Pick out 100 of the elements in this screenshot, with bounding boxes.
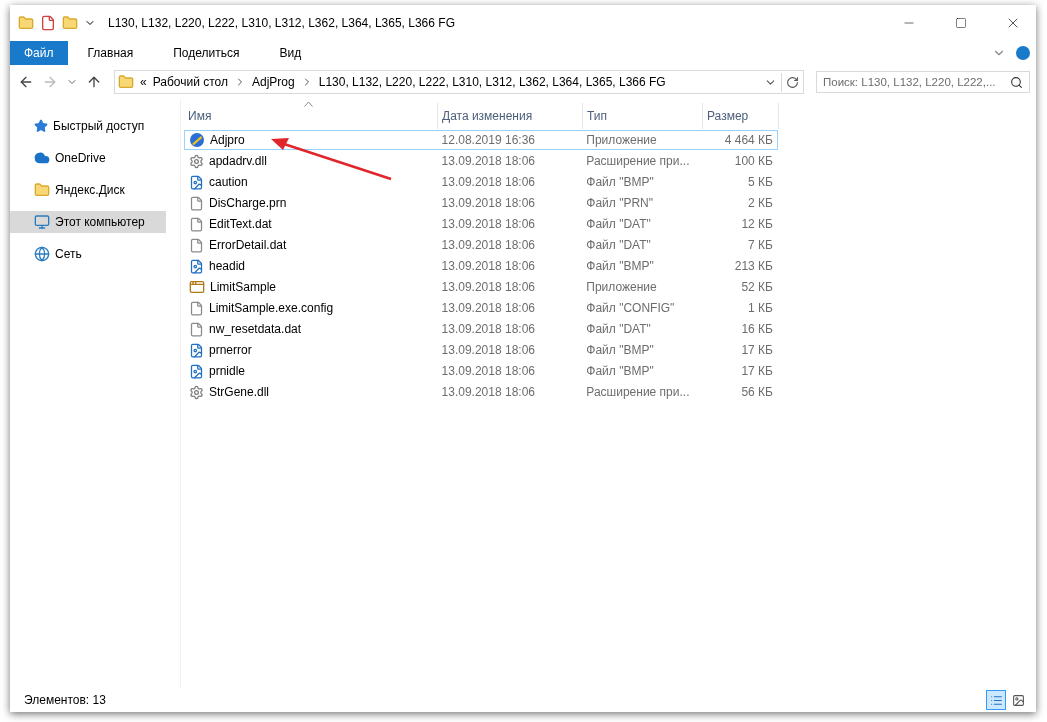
file-name: ErrorDetail.dat (209, 238, 287, 252)
ribbon-tab[interactable]: Вид (259, 41, 322, 65)
search-field[interactable]: Поиск: L130, L132, L220, L222,... (816, 71, 1030, 93)
type-cell: Файл "PRN" (586, 196, 653, 210)
breadcrumb[interactable]: L130, L132, L220, L222, L310, L312, L362, L364, L365, L366 FG (318, 75, 666, 89)
type-cell: Файл "DAT" (586, 238, 651, 252)
gear-file-icon (189, 153, 204, 169)
breadcrumb[interactable]: AdjProg (252, 75, 295, 89)
sidebar-label: Этот компьютер (55, 215, 145, 229)
size-cell: 17 КБ (741, 364, 773, 378)
date-cell: 13.09.2018 18:06 (441, 301, 535, 315)
size-cell: 4 464 КБ (724, 133, 773, 147)
image-file-icon (189, 174, 204, 190)
sidebar-label: Яндекс.Диск (55, 183, 125, 197)
sidebar-item[interactable]: OneDrive (10, 147, 166, 169)
file-row[interactable]: LimitSample.exe.config 13.09.2018 18:06 Файл "CONFIG" 1 КБ (184, 298, 778, 318)
forward-arrow-icon (42, 74, 58, 90)
sidebar-label: Быстрый доступ (53, 119, 145, 133)
date-cell: 13.09.2018 18:06 (441, 343, 535, 357)
file-row[interactable]: prnerror 13.09.2018 18:06 Файл "BMP" 17 КБ (184, 340, 778, 360)
file-row[interactable]: Adjpro 12.08.2019 16:36 Приложение 4 464 КБ (184, 130, 778, 150)
folder-icon[interactable] (18, 15, 34, 31)
search-icon[interactable] (1010, 75, 1023, 89)
star-icon (34, 119, 48, 133)
file-name: DisCharge.prn (209, 196, 287, 210)
gear-file-icon (189, 384, 204, 400)
ribbon-tab[interactable]: Поделиться (153, 41, 260, 65)
file-name: prnidle (209, 364, 246, 378)
file-row[interactable]: apdadrv.dll 13.09.2018 18:06 Расширение при... 100 КБ (184, 151, 778, 171)
date-cell: 13.09.2018 18:06 (441, 154, 535, 168)
size-cell: 56 КБ (741, 385, 773, 399)
folder-icon (118, 74, 134, 90)
type-cell: Расширение при... (586, 385, 690, 399)
date-cell: 13.09.2018 18:06 (441, 217, 535, 231)
file-name: nw_resetdata.dat (209, 322, 302, 336)
type-cell: Файл "BMP" (586, 364, 654, 378)
date-cell: 13.09.2018 18:06 (441, 238, 535, 252)
column-header[interactable]: Дата изменения (438, 103, 583, 129)
file-icon (189, 300, 204, 316)
address-bar[interactable]: « Рабочий стол AdjProg L130, L132, L220, L222, L310, L312, L362, L364, L365, L366 FG (114, 70, 804, 94)
image-file-icon (189, 363, 204, 379)
file-name: LimitSample (210, 280, 277, 294)
file-row[interactable]: headid 13.09.2018 18:06 Файл "BMP" 213 КБ (184, 256, 778, 276)
ribbon-tab[interactable]: Главная (67, 41, 154, 65)
file-name: caution (209, 175, 248, 189)
size-cell: 16 КБ (741, 322, 773, 336)
sidebar-item[interactable]: Сеть (10, 243, 166, 265)
date-cell: 13.09.2018 18:06 (441, 385, 535, 399)
date-cell: 13.09.2018 18:06 (441, 364, 535, 378)
file-row[interactable]: DisCharge.prn 13.09.2018 18:06 Файл "PRN" 2 КБ (184, 193, 778, 213)
column-header[interactable]: Имя (184, 103, 438, 129)
file-row[interactable]: ErrorDetail.dat 13.09.2018 18:06 Файл "DAT" 7 КБ (184, 235, 778, 255)
ribbon-tab[interactable]: Файл (10, 41, 68, 65)
cloud-icon (34, 150, 50, 166)
type-cell: Приложение (586, 280, 657, 294)
file-row[interactable]: prnidle 13.09.2018 18:06 Файл "BMP" 17 КБ (184, 361, 778, 381)
breadcrumb[interactable]: Рабочий стол (152, 75, 228, 89)
image-icon (1011, 693, 1025, 707)
type-cell: Файл "DAT" (586, 217, 651, 231)
list-icon (989, 693, 1003, 707)
image-file-icon (189, 342, 204, 358)
overflow-crumb[interactable]: « (140, 75, 147, 89)
refresh-icon (786, 75, 799, 89)
date-cell: 12.08.2019 16:36 (441, 133, 535, 147)
new-folder-icon[interactable] (62, 15, 78, 31)
file-row[interactable]: EditText.dat 13.09.2018 18:06 Файл "DAT" 12 КБ (184, 214, 778, 234)
column-header[interactable]: Размер (703, 103, 779, 129)
size-cell: 100 КБ (734, 154, 773, 168)
window-icon (189, 279, 205, 295)
size-cell: 12 КБ (741, 217, 773, 231)
file-name: Adjpro (210, 133, 245, 147)
sidebar-item[interactable]: Быстрый доступ (10, 115, 166, 137)
type-cell: Расширение при... (586, 154, 690, 168)
file-icon (189, 237, 204, 253)
file-row[interactable]: StrGene.dll 13.09.2018 18:06 Расширение при... 56 КБ (184, 382, 778, 402)
date-cell: 13.09.2018 18:06 (441, 175, 535, 189)
size-cell: 2 КБ (748, 196, 773, 210)
type-cell: Файл "BMP" (586, 259, 654, 273)
image-file-icon (189, 258, 204, 274)
file-name: LimitSample.exe.config (209, 301, 334, 315)
column-header[interactable]: Тип (583, 103, 703, 129)
file-name: EditText.dat (209, 217, 272, 231)
date-cell: 13.09.2018 18:06 (441, 322, 535, 336)
size-cell: 1 КБ (748, 301, 773, 315)
monitor-icon (34, 214, 50, 230)
file-icon (189, 216, 204, 232)
file-icon (189, 321, 204, 337)
file-row[interactable]: LimitSample 13.09.2018 18:06 Приложение 52 КБ (184, 277, 778, 297)
type-cell: Файл "BMP" (586, 343, 654, 357)
file-row[interactable]: nw_resetdata.dat 13.09.2018 18:06 Файл "DAT" 16 КБ (184, 319, 778, 339)
date-cell: 13.09.2018 18:06 (441, 280, 535, 294)
maximize-icon (955, 17, 967, 29)
file-row[interactable]: caution 13.09.2018 18:06 Файл "BMP" 5 КБ (184, 172, 778, 192)
size-cell: 213 КБ (734, 259, 773, 273)
size-cell: 7 КБ (748, 238, 773, 252)
window-title: L130, L132, L220, L222, L310, L312, L362, L364, L365, L366 FG (108, 16, 456, 30)
sidebar-item[interactable]: Этот компьютер (10, 211, 166, 233)
file-name: apdadrv.dll (209, 154, 267, 168)
sidebar-label: OneDrive (55, 151, 106, 165)
sidebar-item[interactable]: Яндекс.Диск (10, 179, 166, 201)
